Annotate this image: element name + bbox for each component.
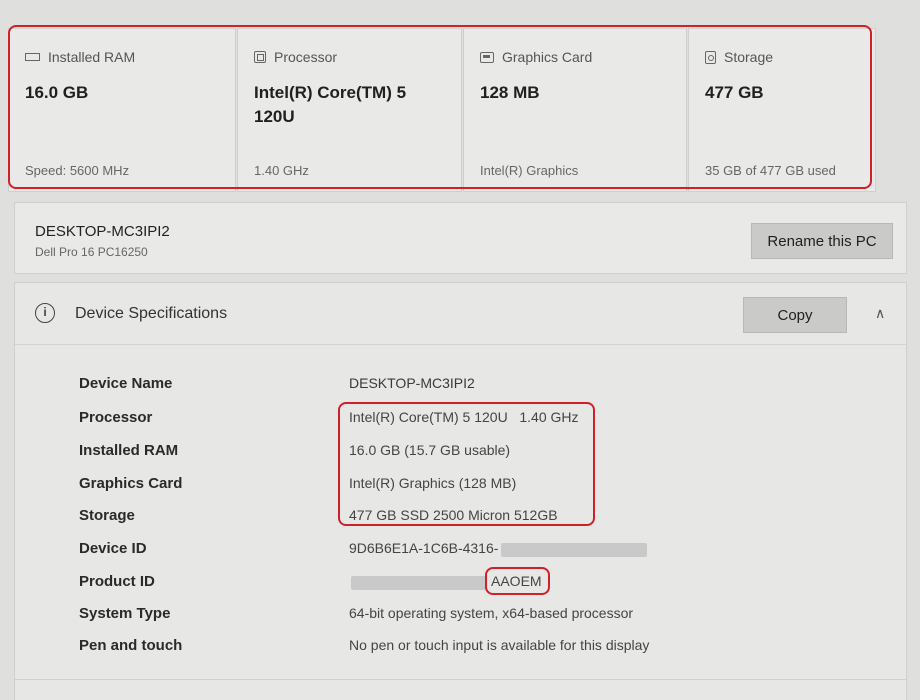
spec-row-processor: Processor Intel(R) Core(TM) 5 120U 1.40 … xyxy=(15,409,906,439)
summary-cards: Installed RAM 16.0 GB Speed: 5600 MHz Pr… xyxy=(8,28,876,192)
card-title: Installed RAM xyxy=(48,49,136,65)
info-icon: i xyxy=(35,303,55,323)
pc-name-panel: DESKTOP-MC3IPI2 Dell Pro 16 PC16250 Rena… xyxy=(14,202,907,274)
redacted-product-id xyxy=(351,576,487,590)
spec-row-installed-ram: Installed RAM 16.0 GB (15.7 GB usable) xyxy=(15,442,906,472)
graphics-card-header: Graphics Card xyxy=(480,49,592,65)
graphics-card-icon xyxy=(480,51,494,63)
card-subtext: Intel(R) Graphics xyxy=(480,163,579,178)
spec-value: Intel(R) Core(TM) 5 120U 1.40 GHz xyxy=(349,409,579,425)
spec-row-storage: Storage 477 GB SSD 2500 Micron 512GB xyxy=(15,507,906,537)
spec-value: 9D6B6E1A-1C6B-4316- xyxy=(349,540,499,556)
chevron-up-icon[interactable]: ∧ xyxy=(875,305,885,322)
pc-name: DESKTOP-MC3IPI2 xyxy=(35,223,170,240)
card-title: Graphics Card xyxy=(502,49,593,65)
installed-ram-card-header: Installed RAM xyxy=(25,49,135,65)
spec-row-device-id: Device ID 9D6B6E1A-1C6B-4316- xyxy=(15,540,906,570)
pc-model: Dell Pro 16 PC16250 xyxy=(35,245,148,259)
spec-row-pen-touch: Pen and touch No pen or touch input is a… xyxy=(15,637,906,667)
installed-ram-card: Installed RAM 16.0 GB Speed: 5600 MHz xyxy=(8,28,236,192)
ram-icon xyxy=(25,53,40,61)
spec-label: System Type xyxy=(79,605,171,622)
storage-icon xyxy=(705,50,716,64)
processor-card: Processor Intel(R) Core(TM) 5 120U 1.40 … xyxy=(237,28,462,192)
card-subtext: 35 GB of 477 GB used xyxy=(705,163,836,178)
spec-label: Device ID xyxy=(79,540,147,557)
copy-button[interactable]: Copy xyxy=(743,297,847,333)
storage-card: Storage 477 GB 35 GB of 477 GB used xyxy=(688,28,876,192)
card-value: 477 GB xyxy=(705,83,764,102)
spec-label: Product ID xyxy=(79,573,155,590)
card-subtext: 1.40 GHz xyxy=(254,163,309,178)
spec-value: 16.0 GB (15.7 GB usable) xyxy=(349,442,511,458)
spec-value: No pen or touch input is available for t… xyxy=(349,637,650,653)
spec-row-device-name: Device Name DESKTOP-MC3IPI2 xyxy=(15,375,906,405)
spec-row-product-id: Product ID AAOEM xyxy=(15,573,906,603)
spec-value: 477 GB SSD 2500 Micron 512GB xyxy=(349,507,558,523)
card-value: Intel(R) Core(TM) 5 120U xyxy=(254,83,407,126)
spec-label: Installed RAM xyxy=(79,442,179,459)
redacted-device-id xyxy=(501,543,647,557)
spec-label: Graphics Card xyxy=(79,475,183,492)
card-value: 128 MB xyxy=(480,83,540,102)
specs-title: Device Specifications xyxy=(75,305,228,322)
divider xyxy=(15,679,906,680)
card-value: 16.0 GB xyxy=(25,83,89,102)
card-title: Storage xyxy=(724,49,774,65)
processor-card-header: Processor xyxy=(254,49,337,65)
card-subtext: Speed: 5600 MHz xyxy=(25,163,130,178)
device-specifications-panel: i Device Specifications Copy ∧ Device Na… xyxy=(14,282,907,700)
spec-label: Pen and touch xyxy=(79,637,183,654)
spec-label: Processor xyxy=(79,409,153,426)
rename-pc-button[interactable]: Rename this PC xyxy=(751,223,893,259)
spec-value: DESKTOP-MC3IPI2 xyxy=(349,375,475,391)
spec-label: Device Name xyxy=(79,375,173,392)
processor-icon xyxy=(254,51,266,63)
spec-value: AAOEM xyxy=(491,573,542,589)
spec-value: Intel(R) Graphics (128 MB) xyxy=(349,475,517,491)
spec-value: 64-bit operating system, x64-based proce… xyxy=(349,605,634,621)
card-title: Processor xyxy=(274,49,338,65)
spec-label: Storage xyxy=(79,507,135,524)
spec-row-graphics-card: Graphics Card Intel(R) Graphics (128 MB) xyxy=(15,475,906,505)
graphics-card-card: Graphics Card 128 MB Intel(R) Graphics xyxy=(463,28,687,192)
specs-header[interactable]: i Device Specifications Copy ∧ xyxy=(15,283,906,345)
spec-row-system-type: System Type 64-bit operating system, x64… xyxy=(15,605,906,635)
storage-card-header: Storage xyxy=(705,49,773,65)
